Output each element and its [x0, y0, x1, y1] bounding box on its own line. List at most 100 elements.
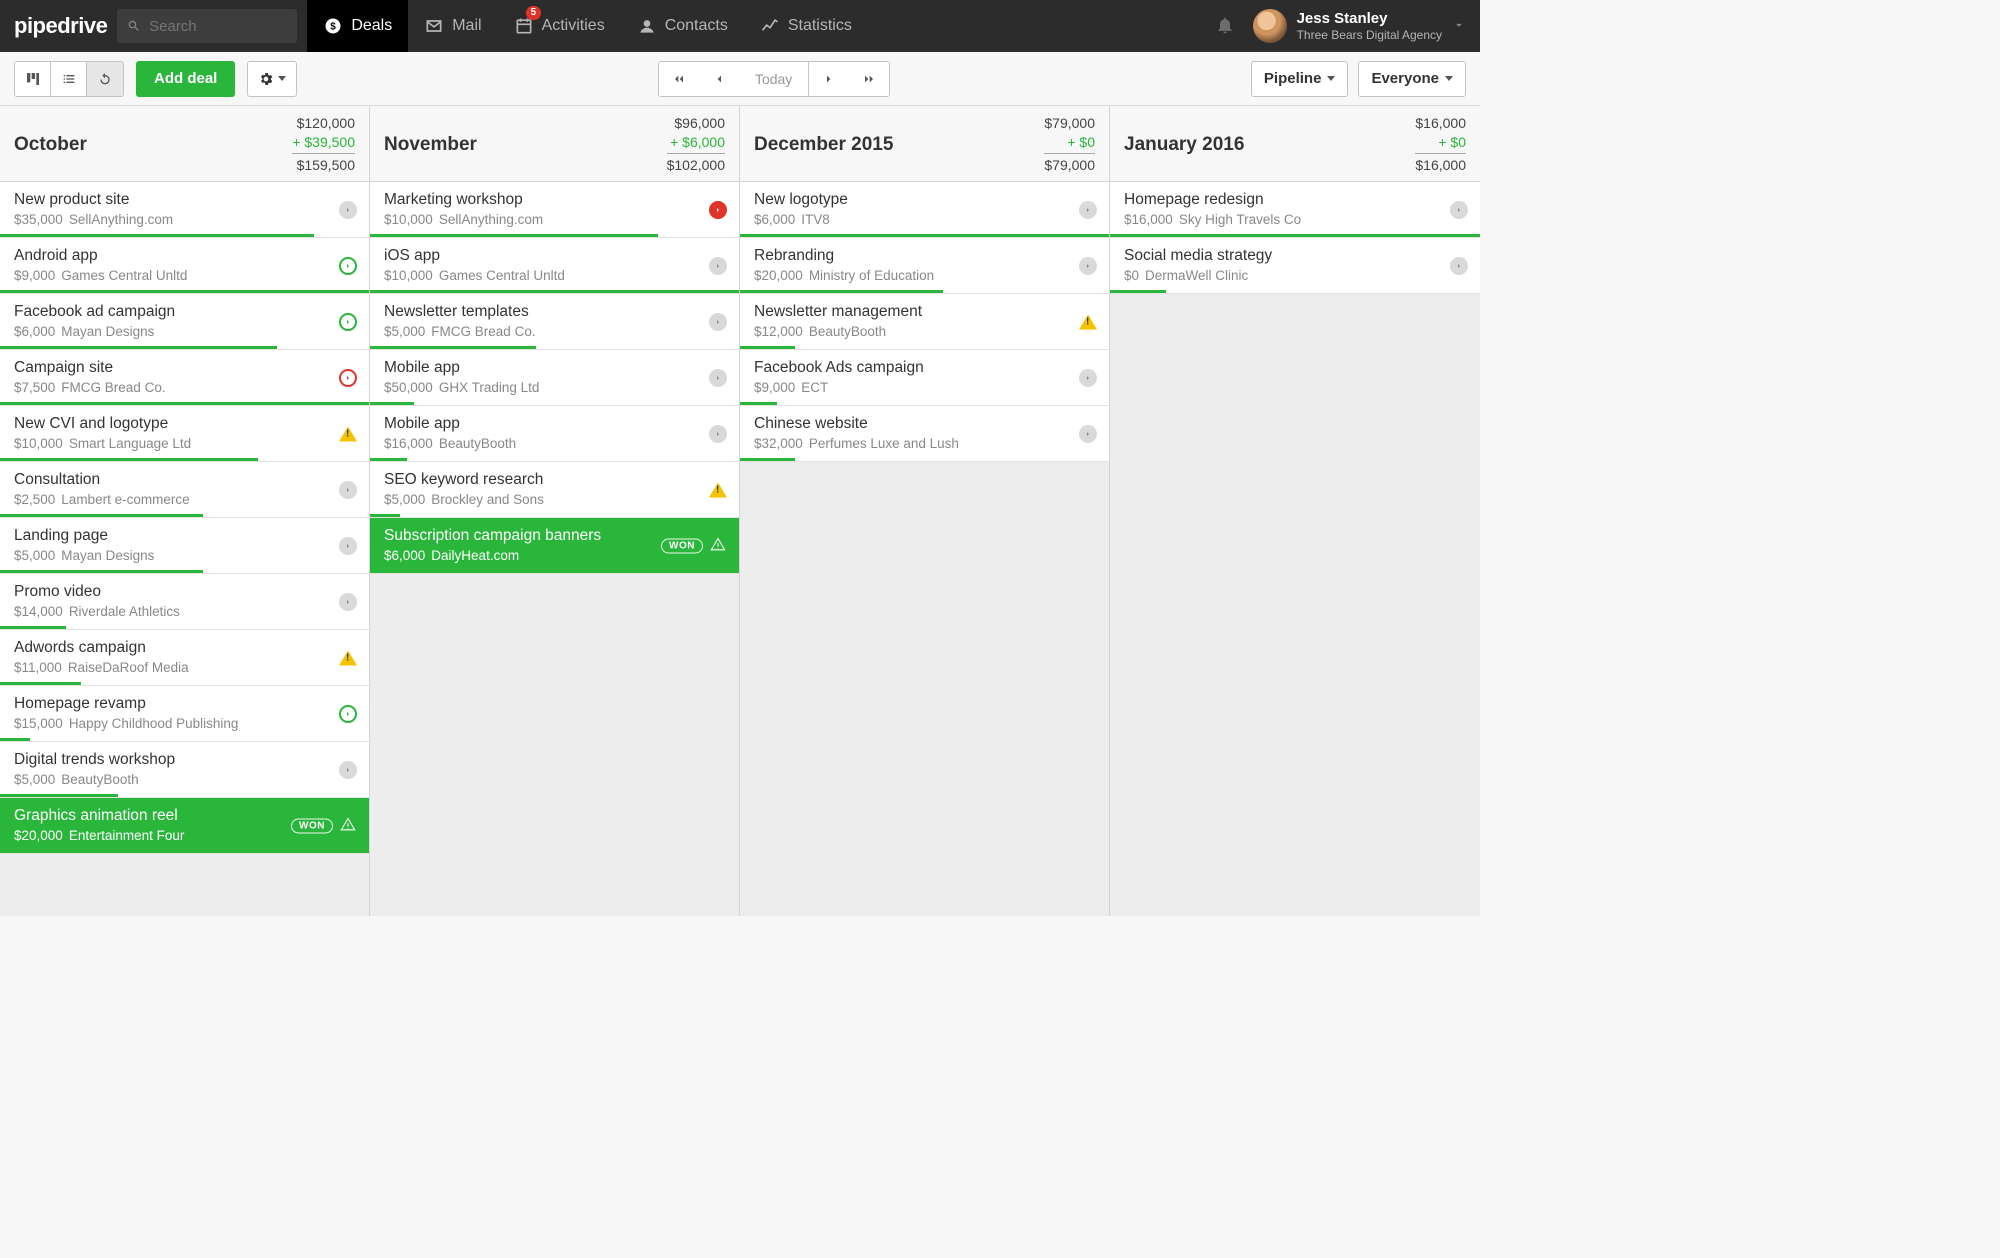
- deal-title: Adwords campaign: [14, 639, 355, 657]
- deal-card[interactable]: Landing page $5,000Mayan Designs: [0, 518, 369, 574]
- column-totals: $79,000+ $0$79,000: [1044, 114, 1095, 176]
- kanban-view-button[interactable]: [15, 62, 51, 96]
- deal-amount: $35,000: [14, 212, 63, 227]
- deal-org: Lambert e-commerce: [61, 492, 189, 507]
- deal-amount: $9,000: [754, 380, 795, 395]
- forecast-view-button[interactable]: [87, 62, 123, 96]
- deal-org: RaiseDaRoof Media: [68, 660, 189, 675]
- next-button[interactable]: [809, 62, 849, 96]
- jump-back-button[interactable]: [659, 62, 699, 96]
- status-icon: [339, 537, 357, 555]
- deal-meta: $16,000Sky High Travels Co: [1124, 212, 1466, 227]
- today-button[interactable]: Today: [739, 62, 809, 96]
- deal-title: Newsletter templates: [384, 303, 725, 321]
- everyone-dropdown[interactable]: Everyone: [1358, 61, 1466, 97]
- column-header: October$120,000+ $39,500$159,500: [0, 106, 369, 182]
- deal-card[interactable]: Newsletter management$12,000BeautyBooth: [740, 294, 1109, 350]
- deal-card[interactable]: New CVI and logotype$10,000Smart Languag…: [0, 406, 369, 462]
- deal-title: Newsletter management: [754, 303, 1095, 321]
- deal-card[interactable]: Rebranding$20,000Ministry of Education: [740, 238, 1109, 294]
- nav-mail[interactable]: Mail: [408, 0, 497, 52]
- prev-button[interactable]: [699, 62, 739, 96]
- deal-title: SEO keyword research: [384, 471, 725, 489]
- avatar: [1253, 9, 1287, 43]
- deal-card[interactable]: Digital trends workshop$5,000BeautyBooth: [0, 742, 369, 798]
- column-total: $79,000: [1044, 154, 1095, 175]
- nav-contacts[interactable]: Contacts: [621, 0, 744, 52]
- deal-card[interactable]: Homepage redesign$16,000Sky High Travels…: [1110, 182, 1480, 238]
- deal-org: FMCG Bread Co.: [431, 324, 535, 339]
- deal-card[interactable]: Social media strategy$0DermaWell Clinic: [1110, 238, 1480, 294]
- nav: $DealsMailActivities5ContactsStatistics: [307, 0, 868, 52]
- deal-card[interactable]: Mobile app$16,000BeautyBooth: [370, 406, 739, 462]
- deal-org: Riverdale Athletics: [69, 604, 180, 619]
- statistics-icon: [760, 16, 780, 36]
- toolbar: Add deal Today Pipeline Everyone: [0, 52, 1480, 106]
- deal-card[interactable]: Campaign site$7,500FMCG Bread Co.: [0, 350, 369, 406]
- search-input[interactable]: [149, 18, 287, 35]
- deal-card[interactable]: Newsletter templates$5,000FMCG Bread Co.: [370, 294, 739, 350]
- progress-bar: [0, 514, 203, 517]
- deal-card[interactable]: Mobile app$50,000GHX Trading Ltd: [370, 350, 739, 406]
- deal-card[interactable]: Homepage revamp$15,000Happy Childhood Pu…: [0, 686, 369, 742]
- deal-org: Ministry of Education: [809, 268, 934, 283]
- status-icon: [339, 481, 357, 499]
- nav-statistics[interactable]: Statistics: [744, 0, 868, 52]
- deal-amount: $2,500: [14, 492, 55, 507]
- deal-card[interactable]: New logotype$6,000ITV8: [740, 182, 1109, 238]
- settings-button[interactable]: [247, 61, 297, 97]
- deal-title: Promo video: [14, 583, 355, 601]
- deal-card[interactable]: Subscription campaign banners$6,000Daily…: [370, 518, 739, 574]
- deal-card[interactable]: Facebook ad campaign$6,000Mayan Designs: [0, 294, 369, 350]
- status-icon: [709, 425, 727, 443]
- deal-card[interactable]: Adwords campaign$11,000RaiseDaRoof Media: [0, 630, 369, 686]
- deal-amount: $0: [1124, 268, 1139, 283]
- deal-org: ITV8: [801, 212, 830, 227]
- deal-amount: $5,000: [384, 492, 425, 507]
- deal-org: Mayan Designs: [61, 548, 154, 563]
- progress-bar: [0, 682, 81, 685]
- deal-amount: $10,000: [384, 212, 433, 227]
- status-icon: [339, 705, 357, 723]
- list-view-button[interactable]: [51, 62, 87, 96]
- user-menu[interactable]: Jess Stanley Three Bears Digital Agency: [1253, 9, 1466, 43]
- deal-amount: $15,000: [14, 716, 63, 731]
- column-delta: + $39,500: [292, 133, 355, 155]
- deal-org: Games Central Unltd: [61, 268, 187, 283]
- deal-card[interactable]: Chinese website$32,000Perfumes Luxe and …: [740, 406, 1109, 462]
- progress-bar: [370, 514, 400, 517]
- progress-bar: [0, 346, 277, 349]
- deal-title: Marketing workshop: [384, 191, 725, 209]
- pipeline-dropdown[interactable]: Pipeline: [1251, 61, 1349, 97]
- search-wrap[interactable]: [117, 9, 297, 43]
- deal-title: Mobile app: [384, 359, 725, 377]
- top-right: Jess Stanley Three Bears Digital Agency: [1215, 9, 1466, 43]
- deal-card[interactable]: New product site$35,000SellAnything.com: [0, 182, 369, 238]
- status-icon: [1450, 257, 1468, 275]
- deal-meta: $5,000Mayan Designs: [14, 548, 355, 563]
- deal-card[interactable]: SEO keyword research$5,000Brockley and S…: [370, 462, 739, 518]
- status-icon: [339, 201, 357, 219]
- deal-org: Entertainment Four: [69, 828, 185, 843]
- deal-card[interactable]: Marketing workshop$10,000SellAnything.co…: [370, 182, 739, 238]
- deal-meta: $5,000BeautyBooth: [14, 772, 355, 787]
- add-deal-button[interactable]: Add deal: [136, 61, 235, 97]
- column: November$96,000+ $6,000$102,000Marketing…: [370, 106, 740, 916]
- deal-title: Landing page: [14, 527, 355, 545]
- nav-deals[interactable]: $Deals: [307, 0, 408, 52]
- jump-forward-button[interactable]: [849, 62, 889, 96]
- deal-card[interactable]: Graphics animation reel$20,000Entertainm…: [0, 798, 369, 854]
- deal-card[interactable]: Android app$9,000Games Central Unltd: [0, 238, 369, 294]
- deal-org: ECT: [801, 380, 828, 395]
- nav-activities[interactable]: Activities5: [498, 0, 621, 52]
- deal-card[interactable]: Consultation $2,500 Lambert e-commerce: [0, 462, 369, 518]
- deal-org: Perfumes Luxe and Lush: [809, 436, 959, 451]
- status-icon: [709, 201, 727, 219]
- deal-title: iOS app: [384, 247, 725, 265]
- deal-title: Consultation: [14, 471, 355, 489]
- deal-card[interactable]: Facebook Ads campaign$9,000ECT: [740, 350, 1109, 406]
- deal-card[interactable]: Promo video$14,000Riverdale Athletics: [0, 574, 369, 630]
- deal-card[interactable]: iOS app$10,000Games Central Unltd: [370, 238, 739, 294]
- deal-title: Rebranding: [754, 247, 1095, 265]
- bell-icon[interactable]: [1215, 15, 1235, 38]
